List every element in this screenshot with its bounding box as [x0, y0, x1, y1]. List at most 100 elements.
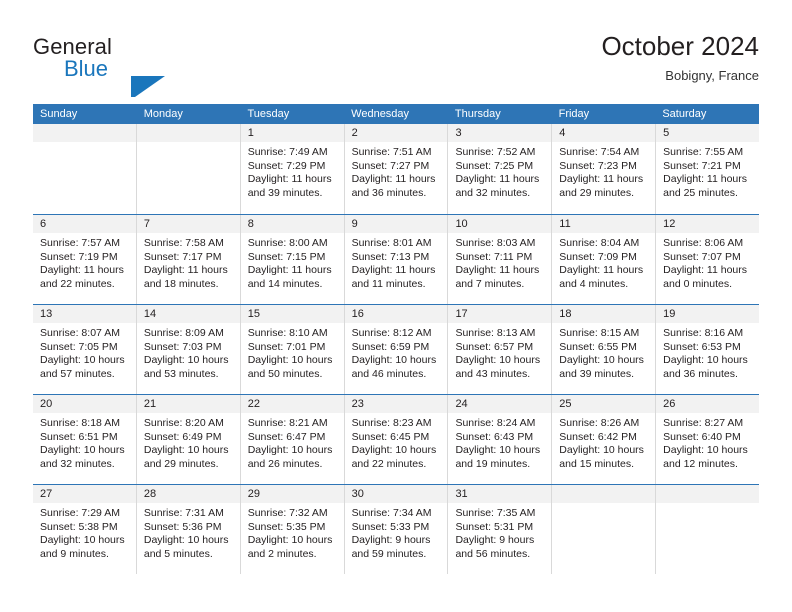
calendar-day-cell[interactable]: 29 Sunrise: 7:32 AM Sunset: 5:35 PM Dayligh… — [239, 485, 344, 574]
calendar-day-cell[interactable]: 15 Sunrise: 8:10 AM Sunset: 7:01 PM Dayligh… — [239, 305, 344, 394]
daylight-text: Daylight: 11 hours — [351, 264, 436, 277]
daylight-text-cont: and 50 minutes. — [247, 367, 323, 380]
sunrise-text: Sunrise: 8:00 AM — [247, 237, 328, 249]
day-number: 2 — [344, 124, 448, 142]
sunrise-text: Sunrise: 7:55 AM — [663, 146, 744, 158]
weekday-header-sunday: Sunday — [40, 108, 78, 120]
day-details: Sunrise: 8:26 AM Sunset: 6:42 PM Daylight:… — [552, 413, 655, 471]
calendar-week-row: 27 Sunrise: 7:29 AM Sunset: 5:38 PM Dayligh… — [33, 484, 760, 574]
day-details: Sunrise: 8:27 AM Sunset: 6:40 PM Daylight:… — [656, 413, 759, 471]
calendar-day-cell[interactable]: 12 Sunrise: 8:06 AM Sunset: 7:07 PM Dayligh… — [655, 215, 760, 304]
sunrise-text: Sunrise: 8:15 AM — [559, 327, 640, 339]
daylight-text: Daylight: 10 hours — [143, 444, 229, 457]
calendar-weeks: 1 Sunrise: 7:49 AM Sunset: 7:29 PM Daylight… — [33, 124, 760, 574]
calendar-day-cell[interactable]: 25 Sunrise: 8:26 AM Sunset: 6:42 PM Dayligh… — [551, 395, 656, 484]
calendar-day-cell[interactable]: 8 Sunrise: 8:00 AM Sunset: 7:15 PM Daylight… — [239, 215, 344, 304]
calendar-day-cell[interactable]: 24 Sunrise: 8:24 AM Sunset: 6:43 PM Dayligh… — [447, 395, 552, 484]
calendar-day-cell[interactable]: 1 Sunrise: 7:49 AM Sunset: 7:29 PM Daylight… — [239, 124, 344, 214]
calendar-week-row: 13 Sunrise: 8:07 AM Sunset: 7:05 PM Dayligh… — [33, 304, 760, 394]
page-title: October 2024 — [601, 31, 759, 61]
daylight-text-cont: and 22 minutes. — [351, 457, 427, 470]
day-number: 26 — [656, 395, 760, 413]
daylight-text-cont: and 12 minutes. — [663, 457, 738, 470]
sunset-text: Sunset: 5:36 PM — [143, 520, 222, 533]
sunset-text: Sunset: 7:07 PM — [663, 250, 741, 263]
logo-triangle-shape — [135, 76, 165, 97]
day-details: Sunrise: 7:34 AM Sunset: 5:33 PM Daylight:… — [345, 503, 448, 561]
calendar-day-cell[interactable]: 3 Sunrise: 7:52 AM Sunset: 7:25 PM Daylight… — [447, 124, 552, 214]
daylight-text: Daylight: 10 hours — [663, 444, 748, 457]
sunset-text: Sunset: 6:49 PM — [143, 430, 222, 443]
day-number: 31 — [448, 485, 552, 503]
daylight-text-cont: and 14 minutes. — [247, 277, 323, 290]
calendar-day-cell[interactable]: 23 Sunrise: 8:23 AM Sunset: 6:45 PM Dayligh… — [343, 395, 448, 484]
calendar-day-cell[interactable]: 20 Sunrise: 8:18 AM Sunset: 6:51 PM Dayligh… — [33, 395, 136, 484]
daylight-text-cont: and 46 minutes. — [351, 367, 427, 380]
day-number: 4 — [552, 124, 656, 142]
calendar-day-cell-empty — [33, 124, 136, 214]
sunset-text: Sunset: 6:40 PM — [663, 430, 741, 443]
calendar-day-cell[interactable]: 31 Sunrise: 7:35 AM Sunset: 5:31 PM Dayligh… — [447, 485, 552, 574]
calendar-day-cell[interactable]: 28 Sunrise: 7:31 AM Sunset: 5:36 PM Dayligh… — [135, 485, 240, 574]
weekday-header-tuesday: Tuesday — [247, 108, 290, 120]
general-blue-logo[interactable]: General Blue — [33, 34, 263, 97]
calendar-day-cell[interactable]: 2 Sunrise: 7:51 AM Sunset: 7:27 PM Daylight… — [343, 124, 448, 214]
day-details: Sunrise: 7:58 AM Sunset: 7:17 PM Daylight:… — [137, 233, 240, 291]
calendar-day-cell[interactable]: 30 Sunrise: 7:34 AM Sunset: 5:33 PM Dayligh… — [343, 485, 448, 574]
daylight-text: Daylight: 9 hours — [455, 534, 535, 547]
day-number: 24 — [448, 395, 552, 413]
day-details: Sunrise: 7:35 AM Sunset: 5:31 PM Daylight:… — [448, 503, 551, 561]
day-number: 17 — [448, 305, 552, 323]
daylight-text-cont: and 11 minutes. — [351, 277, 426, 290]
calendar-day-cell[interactable]: 26 Sunrise: 8:27 AM Sunset: 6:40 PM Dayligh… — [655, 395, 760, 484]
daylight-text-cont: and 18 minutes. — [143, 277, 219, 290]
sunset-text: Sunset: 6:59 PM — [351, 340, 430, 353]
calendar-day-cell[interactable]: 9 Sunrise: 8:01 AM Sunset: 7:13 PM Daylight… — [343, 215, 448, 304]
calendar-day-cell[interactable]: 13 Sunrise: 8:07 AM Sunset: 7:05 PM Dayligh… — [33, 305, 136, 394]
calendar-day-cell[interactable]: 16 Sunrise: 8:12 AM Sunset: 6:59 PM Dayligh… — [343, 305, 448, 394]
sunrise-text: Sunrise: 7:29 AM — [40, 507, 120, 519]
daylight-text: Daylight: 10 hours — [455, 444, 541, 457]
day-number: 21 — [136, 395, 240, 413]
calendar-day-cell[interactable]: 22 Sunrise: 8:21 AM Sunset: 6:47 PM Dayligh… — [239, 395, 344, 484]
daylight-text-cont: and 0 minutes. — [663, 277, 733, 290]
daylight-text-cont: and 22 minutes. — [40, 277, 115, 290]
calendar-day-cell[interactable]: 11 Sunrise: 8:04 AM Sunset: 7:09 PM Dayligh… — [551, 215, 656, 304]
page-header: General Blue October 2024 Bobigny, Franc… — [33, 30, 759, 98]
day-details: Sunrise: 8:13 AM Sunset: 6:57 PM Daylight:… — [448, 323, 551, 381]
day-details: Sunrise: 8:01 AM Sunset: 7:13 PM Daylight:… — [345, 233, 448, 291]
calendar-day-cell[interactable]: 10 Sunrise: 8:03 AM Sunset: 7:11 PM Dayligh… — [447, 215, 552, 304]
sunset-text: Sunset: 6:51 PM — [40, 430, 118, 443]
day-details: Sunrise: 8:03 AM Sunset: 7:11 PM Daylight:… — [448, 233, 551, 291]
day-details: Sunrise: 8:23 AM Sunset: 6:45 PM Daylight:… — [345, 413, 448, 471]
calendar-week-row: 6 Sunrise: 7:57 AM Sunset: 7:19 PM Daylight… — [33, 214, 760, 304]
calendar-day-cell[interactable]: 6 Sunrise: 7:57 AM Sunset: 7:19 PM Daylight… — [33, 215, 136, 304]
calendar-day-cell[interactable]: 4 Sunrise: 7:54 AM Sunset: 7:23 PM Daylight… — [551, 124, 656, 214]
sunset-text: Sunset: 7:13 PM — [351, 250, 430, 263]
daylight-text: Daylight: 11 hours — [40, 264, 124, 277]
calendar-day-cell[interactable]: 21 Sunrise: 8:20 AM Sunset: 6:49 PM Dayligh… — [135, 395, 240, 484]
calendar-day-cell[interactable]: 7 Sunrise: 7:58 AM Sunset: 7:17 PM Daylight… — [135, 215, 240, 304]
sunset-text: Sunset: 7:11 PM — [455, 250, 533, 263]
sunrise-text: Sunrise: 7:34 AM — [351, 507, 432, 519]
day-details: Sunrise: 8:21 AM Sunset: 6:47 PM Daylight:… — [241, 413, 344, 471]
sunset-text: Sunset: 6:45 PM — [351, 430, 430, 443]
day-number: 18 — [552, 305, 656, 323]
calendar-day-cell[interactable]: 18 Sunrise: 8:15 AM Sunset: 6:55 PM Dayligh… — [551, 305, 656, 394]
calendar-day-cell[interactable]: 27 Sunrise: 7:29 AM Sunset: 5:38 PM Dayligh… — [33, 485, 136, 574]
calendar-day-cell[interactable]: 14 Sunrise: 8:09 AM Sunset: 7:03 PM Dayligh… — [135, 305, 240, 394]
daylight-text-cont: and 29 minutes. — [143, 457, 219, 470]
calendar-day-cell[interactable]: 5 Sunrise: 7:55 AM Sunset: 7:21 PM Daylight… — [655, 124, 760, 214]
sunset-text: Sunset: 5:33 PM — [351, 520, 430, 533]
daylight-text-cont: and 39 minutes. — [559, 367, 635, 380]
sunrise-text: Sunrise: 8:03 AM — [455, 237, 536, 249]
calendar-day-cell[interactable]: 17 Sunrise: 8:13 AM Sunset: 6:57 PM Dayligh… — [447, 305, 552, 394]
calendar-day-cell[interactable]: 19 Sunrise: 8:16 AM Sunset: 6:53 PM Dayligh… — [655, 305, 760, 394]
day-number: 14 — [136, 305, 240, 323]
daylight-text: Daylight: 10 hours — [559, 354, 644, 367]
title-block: October 2024 Bobigny, France — [601, 30, 759, 86]
day-details: Sunrise: 7:32 AM Sunset: 5:35 PM Daylight:… — [241, 503, 344, 561]
day-number: 6 — [33, 215, 136, 233]
sunrise-text: Sunrise: 7:49 AM — [247, 146, 328, 158]
daylight-text-cont: and 25 minutes. — [663, 186, 738, 199]
